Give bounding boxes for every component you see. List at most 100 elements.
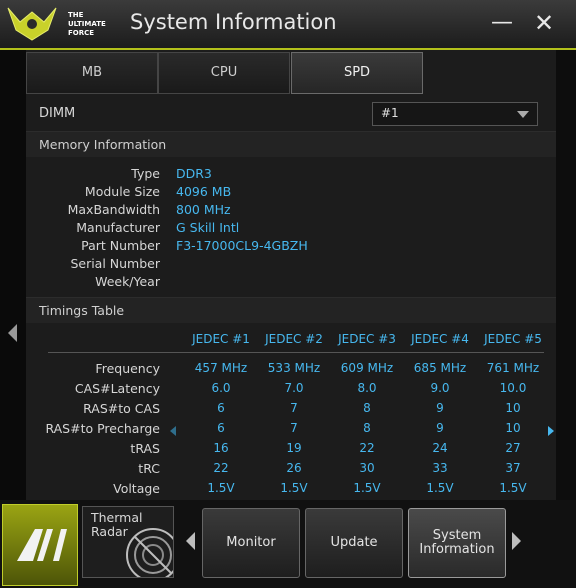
timing-column-header: JEDEC #2	[265, 332, 323, 346]
mem-value: DDR3	[176, 166, 212, 181]
timing-cell: 6	[217, 421, 225, 435]
timing-cell: 10.0	[499, 381, 527, 395]
tuf-logo: THE ULTIMATE FORCE	[7, 7, 106, 41]
thermal-radar-button[interactable]: Thermal Radar	[82, 506, 174, 578]
timing-cell: 533 MHz	[267, 361, 321, 375]
minimize-icon: —	[491, 10, 513, 35]
memory-information-heading: Memory Information	[26, 131, 556, 157]
main-panel: MB CPU SPD DIMM #1 Memory Information Ty…	[26, 50, 556, 500]
dimm-select[interactable]: #1	[372, 102, 538, 126]
timing-cell: 19	[286, 441, 302, 455]
timing-cell: 16	[213, 441, 229, 455]
ai-suite-button[interactable]	[2, 504, 78, 586]
svg-text:FORCE: FORCE	[68, 29, 94, 37]
svg-text:THE: THE	[68, 11, 84, 19]
timing-cell: 22	[213, 461, 229, 475]
close-button[interactable]: ✕	[530, 10, 558, 36]
mem-key: Manufacturer	[76, 220, 160, 235]
timing-cell: 10	[505, 421, 521, 435]
timing-cell: 6.0	[211, 381, 231, 395]
mem-key: Serial Number	[70, 256, 160, 271]
side-left-arrow-icon[interactable]	[8, 324, 17, 342]
close-icon: ✕	[533, 9, 555, 37]
mem-row-max-bandwidth: MaxBandwidth 800 MHz	[26, 202, 556, 220]
app-window: THE ULTIMATE FORCE System Information — …	[0, 0, 576, 588]
timing-column-header: JEDEC #3	[338, 332, 396, 346]
timing-cell: 37	[505, 461, 521, 475]
mem-key: MaxBandwidth	[67, 202, 160, 217]
timing-row-ras-to-cas: RAS#to CAS 6 7 8 9 10	[26, 401, 556, 421]
timing-cell: 30	[359, 461, 375, 475]
timing-cell: 6	[217, 401, 225, 415]
minimize-button[interactable]: —	[488, 10, 516, 36]
tab-mb[interactable]: MB	[26, 52, 158, 94]
timing-cell: 27	[505, 441, 521, 455]
mem-value: G Skill Intl	[176, 220, 240, 235]
timing-cell: 26	[286, 461, 302, 475]
thermal-radar-label-line1: Thermal	[91, 510, 143, 525]
timing-row-frequency: Frequency 457 MHz 533 MHz 609 MHz 685 MH…	[26, 361, 556, 381]
timings-table-heading: Timings Table	[26, 297, 556, 323]
timing-cell: 1.5V	[353, 481, 381, 495]
chevron-down-icon	[517, 111, 529, 118]
mem-key: Week/Year	[95, 274, 160, 289]
tab-cpu[interactable]: CPU	[158, 52, 290, 94]
timings-left-arrow-icon[interactable]	[170, 426, 176, 436]
timing-key: CAS#Latency	[74, 381, 160, 396]
mem-key: Module Size	[84, 184, 160, 199]
system-information-label-line2: Information	[419, 542, 495, 557]
mem-key: Part Number	[81, 238, 160, 253]
mem-row-type: Type DDR3	[26, 166, 556, 184]
timing-key: Voltage	[113, 481, 160, 496]
mem-value: 4096 MB	[176, 184, 232, 199]
mem-row-serial-number: Serial Number	[26, 256, 556, 274]
timing-cell: 9	[436, 401, 444, 415]
timing-cell: 8	[363, 421, 371, 435]
timing-cell: 1.5V	[426, 481, 454, 495]
timings-right-arrow-icon[interactable]	[548, 426, 554, 436]
timing-cell: 609 MHz	[340, 361, 394, 375]
timing-key: RAS#to CAS	[83, 401, 160, 416]
dimm-label: DIMM	[39, 106, 76, 121]
timing-cell: 8.0	[357, 381, 377, 395]
timing-key: tRC	[138, 461, 160, 476]
timing-cell: 24	[432, 441, 448, 455]
radar-icon	[126, 528, 173, 577]
tab-spd[interactable]: SPD	[291, 52, 423, 94]
mem-row-week-year: Week/Year	[26, 274, 556, 292]
svg-text:ULTIMATE: ULTIMATE	[68, 20, 106, 28]
timing-row-ras-to-precharge: RAS#to Precharge 6 7 8 9 10	[26, 421, 556, 441]
timing-row-cas-latency: CAS#Latency 6.0 7.0 8.0 9.0 10.0	[26, 381, 556, 401]
window-title: System Information	[130, 10, 337, 34]
timing-column-header: JEDEC #4	[411, 332, 469, 346]
timing-cell: 22	[359, 441, 375, 455]
timing-row-tras: tRAS 16 19 22 24 27	[26, 441, 556, 461]
timing-cell: 8	[363, 401, 371, 415]
mem-value: 800 MHz	[176, 202, 231, 217]
timing-cell: 7	[290, 421, 298, 435]
system-information-label: System Information	[419, 529, 494, 557]
dimm-selected-value: #1	[381, 106, 399, 120]
bottom-right-arrow-icon[interactable]	[512, 532, 521, 550]
mem-row-part-number: Part Number F3-17000CL9-4GBZH	[26, 238, 556, 256]
update-button[interactable]: Update	[305, 508, 403, 578]
mem-row-manufacturer: Manufacturer G Skill Intl	[26, 220, 556, 238]
mem-row-module-size: Module Size 4096 MB	[26, 184, 556, 202]
timing-cell: 1.5V	[280, 481, 308, 495]
timing-key: tRAS	[130, 441, 160, 456]
timing-row-voltage: Voltage 1.5V 1.5V 1.5V 1.5V 1.5V	[26, 481, 556, 501]
timing-cell: 9	[436, 421, 444, 435]
timing-cell: 457 MHz	[194, 361, 248, 375]
tab-bar: MB CPU SPD	[26, 52, 556, 94]
system-information-label-line1: System	[432, 528, 482, 543]
timing-key: RAS#to Precharge	[45, 421, 160, 436]
left-side-bar	[0, 50, 26, 500]
bottom-left-arrow-icon[interactable]	[186, 532, 195, 550]
monitor-button[interactable]: Monitor	[202, 508, 300, 578]
system-information-button[interactable]: System Information	[408, 508, 506, 578]
timing-cell: 1.5V	[499, 481, 527, 495]
timing-key: Frequency	[95, 361, 160, 376]
timings-divider	[48, 352, 544, 353]
timing-cell: 7	[290, 401, 298, 415]
timing-cell: 33	[432, 461, 448, 475]
